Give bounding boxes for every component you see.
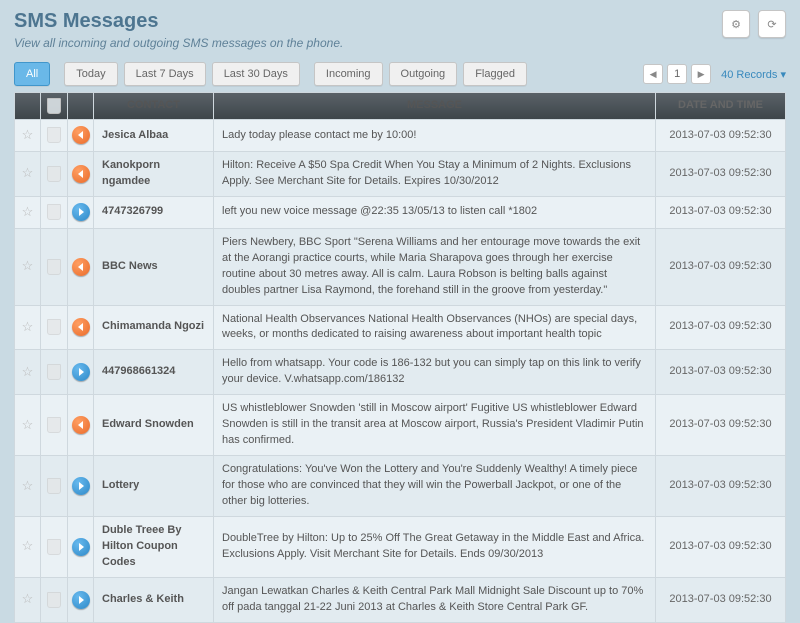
page-subtitle: View all incoming and outgoing SMS messa… [14, 36, 343, 50]
outgoing-icon[interactable] [72, 203, 90, 221]
records-count[interactable]: 40 Records ▾ [721, 68, 786, 81]
gear-icon: ⚙ [731, 18, 741, 31]
date-cell: 2013-07-03 09:52:30 [656, 151, 786, 196]
message-cell: Jangan Lewatkan Charles & Keith Central … [214, 577, 656, 622]
filter-all[interactable]: All [14, 62, 50, 86]
outgoing-icon[interactable] [72, 363, 90, 381]
outgoing-icon[interactable] [72, 538, 90, 556]
message-cell: US whistleblower Snowden 'still in Mosco… [214, 395, 656, 456]
contact-cell: Chimamanda Ngozi [94, 305, 214, 350]
incoming-icon[interactable] [72, 165, 90, 183]
table-row[interactable]: ☆ 4747326799left you new voice message @2… [15, 196, 786, 228]
trash-icon[interactable] [47, 166, 61, 182]
filter-last7[interactable]: Last 7 Days [124, 62, 206, 86]
filter-incoming[interactable]: Incoming [314, 62, 383, 86]
table-row[interactable]: ☆ Chimamanda NgoziNational Health Observa… [15, 305, 786, 350]
pager-prev[interactable]: ◀ [643, 64, 663, 84]
filter-flagged[interactable]: Flagged [463, 62, 527, 86]
trash-icon[interactable] [47, 204, 61, 220]
contact-cell: Lottery [94, 456, 214, 517]
pager-next[interactable]: ▶ [691, 64, 711, 84]
star-icon[interactable]: ☆ [22, 319, 34, 334]
date-cell: 2013-07-03 09:52:30 [656, 228, 786, 305]
star-icon[interactable]: ☆ [22, 591, 34, 606]
star-icon[interactable]: ☆ [22, 258, 34, 273]
col-star [15, 93, 41, 120]
trash-icon[interactable] [47, 364, 61, 380]
star-icon[interactable]: ☆ [22, 204, 34, 219]
refresh-icon: ⟳ [767, 18, 776, 31]
date-cell: 2013-07-03 09:52:30 [656, 456, 786, 517]
outgoing-icon[interactable] [72, 591, 90, 609]
message-cell: left you new voice message @22:35 13/05/… [214, 196, 656, 228]
message-cell: Piers Newbery, BBC Sport "Serena William… [214, 228, 656, 305]
contact-cell: BBC News [94, 228, 214, 305]
trash-icon[interactable] [47, 259, 61, 275]
message-cell: Congratulations: You've Won the Lottery … [214, 456, 656, 517]
trash-icon [47, 98, 61, 114]
col-date: DATE AND TIME [656, 93, 786, 120]
star-icon[interactable]: ☆ [22, 478, 34, 493]
table-row[interactable]: ☆ Jesica AlbaaLady today please contact m… [15, 120, 786, 152]
col-contact: CONTACT [94, 93, 214, 120]
date-cell: 2013-07-03 09:52:30 [656, 350, 786, 395]
table-row[interactable]: ☆ Kanokporn ngamdeeHilton: Receive A $50 … [15, 151, 786, 196]
trash-icon[interactable] [47, 417, 61, 433]
star-icon[interactable]: ☆ [22, 364, 34, 379]
date-cell: 2013-07-03 09:52:30 [656, 196, 786, 228]
table-row[interactable]: ☆ Duble Treee By Hilton Coupon CodesDoubl… [15, 516, 786, 577]
chevron-down-icon: ▾ [780, 69, 786, 81]
table-row[interactable]: ☆ Charles & KeithJangan Lewatkan Charles … [15, 577, 786, 622]
table-row[interactable]: ☆ LotteryCongratulations: You've Won the … [15, 456, 786, 517]
trash-icon[interactable] [47, 592, 61, 608]
date-cell: 2013-07-03 09:52:30 [656, 305, 786, 350]
contact-cell: 4747326799 [94, 196, 214, 228]
contact-cell: Duble Treee By Hilton Coupon Codes [94, 516, 214, 577]
contact-cell: Edward Snowden [94, 395, 214, 456]
table-row[interactable]: ☆ Edward SnowdenUS whistleblower Snowden … [15, 395, 786, 456]
trash-icon[interactable] [47, 319, 61, 335]
settings-button[interactable]: ⚙ [722, 10, 750, 38]
message-cell: Hello from whatsapp. Your code is 186-13… [214, 350, 656, 395]
filter-today[interactable]: Today [64, 62, 117, 86]
incoming-icon[interactable] [72, 318, 90, 336]
col-message: MESSAGE [214, 93, 656, 120]
trash-icon[interactable] [47, 127, 61, 143]
date-cell: 2013-07-03 09:52:30 [656, 120, 786, 152]
star-icon[interactable]: ☆ [22, 417, 34, 432]
col-trash[interactable] [41, 93, 68, 120]
message-cell: Lady today please contact me by 10:00! [214, 120, 656, 152]
contact-cell: Kanokporn ngamdee [94, 151, 214, 196]
refresh-button[interactable]: ⟳ [758, 10, 786, 38]
message-cell: DoubleTree by Hilton: Up to 25% Off The … [214, 516, 656, 577]
date-cell: 2013-07-03 09:52:30 [656, 577, 786, 622]
contact-cell: Jesica Albaa [94, 120, 214, 152]
date-cell: 2013-07-03 09:52:30 [656, 516, 786, 577]
message-cell: National Health Observances National Hea… [214, 305, 656, 350]
table-row[interactable]: ☆ 447968661324Hello from whatsapp. Your c… [15, 350, 786, 395]
incoming-icon[interactable] [72, 126, 90, 144]
date-cell: 2013-07-03 09:52:30 [656, 395, 786, 456]
filter-last30[interactable]: Last 30 Days [212, 62, 300, 86]
contact-cell: Charles & Keith [94, 577, 214, 622]
star-icon[interactable]: ☆ [22, 127, 34, 142]
incoming-icon[interactable] [72, 258, 90, 276]
star-icon[interactable]: ☆ [22, 538, 34, 553]
message-cell: Hilton: Receive A $50 Spa Credit When Yo… [214, 151, 656, 196]
contact-cell: 447968661324 [94, 350, 214, 395]
outgoing-icon[interactable] [72, 477, 90, 495]
incoming-icon[interactable] [72, 416, 90, 434]
filter-outgoing[interactable]: Outgoing [389, 62, 458, 86]
star-icon[interactable]: ☆ [22, 165, 34, 180]
trash-icon[interactable] [47, 539, 61, 555]
page-title: SMS Messages [14, 10, 343, 33]
trash-icon[interactable] [47, 478, 61, 494]
pager-page: 1 [667, 64, 687, 84]
table-row[interactable]: ☆ BBC NewsPiers Newbery, BBC Sport "Seren… [15, 228, 786, 305]
col-direction [68, 93, 94, 120]
